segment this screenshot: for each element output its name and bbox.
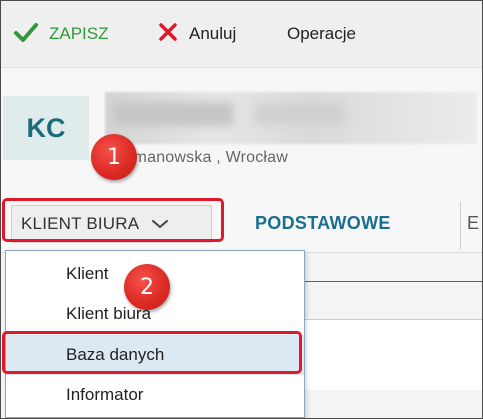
dropdown-item-label: Klient	[66, 264, 109, 283]
cancel-button[interactable]: Anuluj	[157, 20, 236, 48]
tab-next[interactable]: E	[467, 213, 479, 234]
field-underline	[301, 281, 482, 282]
avatar: KC	[3, 96, 89, 160]
toolbar: ZAPISZ Anuluj Operacje	[1, 1, 482, 68]
step-badge-number: 1	[107, 144, 121, 170]
dropdown-item-informator[interactable]: Informator	[6, 375, 304, 415]
save-button[interactable]: ZAPISZ	[13, 20, 109, 48]
step-badge-2: 2	[124, 264, 170, 310]
save-label: ZAPISZ	[49, 24, 109, 43]
form-field[interactable]	[301, 319, 482, 390]
dropdown-item-label: Informator	[66, 385, 144, 404]
tab-podstawowe[interactable]: PODSTAWOWE	[255, 213, 391, 234]
close-icon	[157, 21, 179, 48]
step-badge-1: 1	[91, 134, 137, 180]
client-header: KC ...ermanowska , Wrocław	[1, 68, 482, 193]
cancel-label: Anuluj	[189, 24, 237, 43]
operations-label: Operacje	[287, 24, 356, 43]
operations-menu-button[interactable]: Operacje	[287, 20, 356, 48]
check-icon	[13, 21, 39, 48]
avatar-initials: KC	[26, 112, 66, 143]
highlight-baza-danych	[2, 331, 302, 374]
highlight-view-select	[2, 198, 224, 242]
tab-divider	[460, 202, 461, 250]
client-name-redacted	[105, 92, 477, 144]
step-badge-number: 2	[140, 274, 154, 300]
app-window: ZAPISZ Anuluj Operacje KC ...ermanowska …	[0, 0, 483, 419]
